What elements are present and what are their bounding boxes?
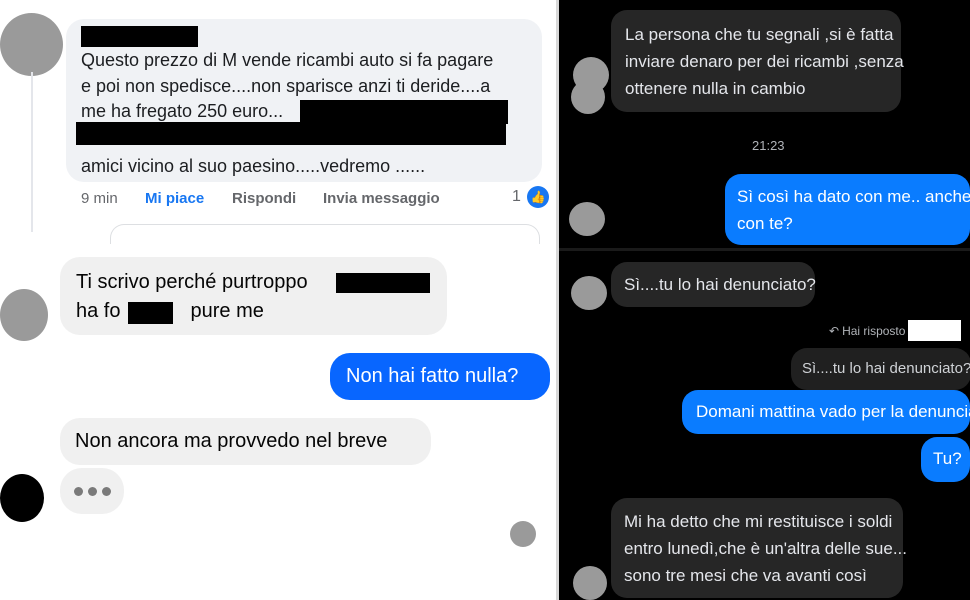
message-outgoing: Non hai fatto nulla? [330, 353, 550, 400]
redacted-name [908, 320, 961, 341]
message-incoming: Sì....tu lo hai denunciato? [611, 262, 816, 307]
reply-indicator-text: Hai risposto [842, 324, 906, 338]
right-screenshot-panel: La persona che tu segnali ,si è fatta in… [559, 0, 970, 600]
message-text: La persona che tu segnali ,si è fatta [625, 25, 894, 44]
comment-line: amici vicino al suo paesino.....vedremo … [81, 155, 426, 176]
reply-link[interactable]: Rispondi [232, 190, 323, 207]
message-incoming: Ti scrivo perché purtroppo ha fo pure me [60, 257, 447, 335]
thumbs-up-icon: 👍 [527, 186, 549, 208]
message-text: Non hai fatto nulla? [346, 365, 519, 387]
message-text: Mi ha detto che mi restituisce i soldi [624, 512, 893, 531]
seen-avatar [510, 521, 536, 547]
message-text: Non ancora ma provvedo nel breve [75, 430, 388, 452]
message-outgoing: Tu? [921, 437, 970, 482]
message-text: Domani mattina vado per la denuncia [696, 402, 970, 421]
left-screenshot-panel: Questo prezzo di M vende ricambi auto si… [0, 0, 556, 600]
contact-avatar[interactable] [573, 566, 607, 600]
send-message-link[interactable]: Invia messaggio [323, 190, 440, 207]
message-text: inviare denaro per dei ricambi ,senza [625, 52, 904, 71]
reply-indicator: ↶ Hai risposto [829, 324, 905, 338]
message-text: con te? [737, 214, 793, 233]
message-text: Tu? [933, 449, 962, 468]
quoted-text: Sì....tu lo hai denunciato? [802, 360, 970, 377]
message-incoming: Mi ha detto che mi restituisce i soldi e… [611, 498, 907, 598]
contact-avatar[interactable] [571, 80, 605, 114]
message-text: pure me [190, 300, 264, 322]
message-text: entro lunedì,che è un'altra delle sue... [624, 539, 907, 558]
message-text: sono tre mesi che va avanti così [624, 566, 867, 585]
message-text: Ti scrivo perché purtroppo [76, 271, 308, 293]
message-text: Sì....tu lo hai denunciato? [624, 275, 816, 294]
reply-input-edge[interactable] [110, 224, 540, 244]
contact-avatar[interactable] [0, 474, 44, 522]
message-text: ha fo [76, 300, 121, 322]
message-outgoing: Domani mattina vado per la denuncia [682, 390, 970, 434]
message-text: ottenere nulla in cambio [625, 79, 806, 98]
redacted-name [336, 273, 430, 293]
quoted-message: Sì....tu lo hai denunciato? [791, 348, 970, 390]
like-count: 1 [512, 188, 521, 205]
comment-line: Questo prezzo di M vende ricambi auto si… [81, 50, 494, 70]
reply-arrow-icon: ↶ [829, 324, 840, 338]
redacted-text [76, 122, 506, 145]
redacted-name [81, 26, 198, 47]
comment-time: 9 min [81, 190, 118, 207]
thread-line [31, 72, 33, 232]
redacted-text [300, 100, 508, 124]
message-text: Sì così ha dato con me.. anche [737, 187, 970, 206]
message-incoming: Non ancora ma provvedo nel breve [60, 418, 431, 465]
commenter-avatar[interactable] [0, 13, 63, 76]
time-separator: 21:23 [752, 138, 785, 153]
like-link[interactable]: Mi piace [145, 190, 232, 207]
comment-actions: 9 min Mi piace Rispondi Invia messaggio [81, 190, 440, 207]
message-outgoing: Sì così ha dato con me.. anche con te? [725, 174, 970, 245]
message-incoming: La persona che tu segnali ,si è fatta in… [611, 10, 904, 112]
typing-indicator [60, 468, 124, 514]
screenshot-seam [559, 248, 970, 251]
contact-avatar[interactable] [571, 276, 607, 310]
contact-avatar[interactable] [0, 289, 48, 341]
redacted-word [128, 302, 173, 324]
comment-line: e poi non spedisce....non sparisce anzi … [81, 75, 491, 96]
contact-avatar[interactable] [569, 202, 605, 236]
